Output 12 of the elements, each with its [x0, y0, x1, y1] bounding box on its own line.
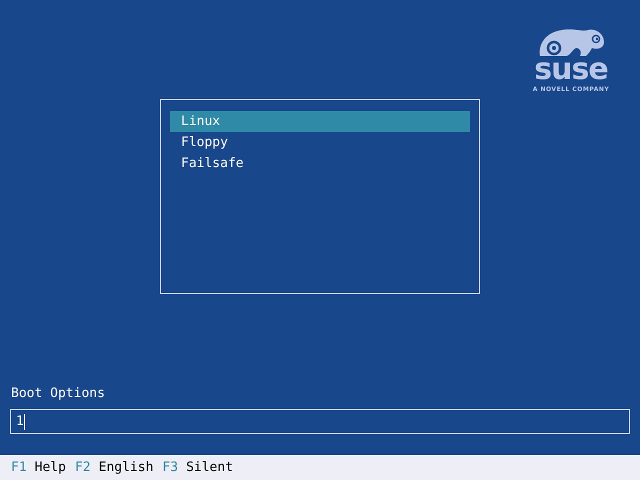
function-key[interactable]: F2	[74, 458, 91, 478]
boot-options-field[interactable]: 1	[10, 409, 630, 434]
function-key[interactable]: F1	[11, 458, 27, 478]
function-key-label: Silent	[186, 458, 234, 477]
logo-wordmark: suse	[534, 56, 608, 84]
boot-menu-item[interactable]: Floppy	[170, 132, 470, 153]
boot-menu-item[interactable]: Linux	[170, 111, 470, 132]
boot-menu-item[interactable]: Failsafe	[170, 153, 470, 174]
boot-options-label: Boot Options	[10, 386, 106, 402]
function-key-label: English	[98, 458, 154, 477]
function-key-label: Help	[34, 458, 66, 477]
function-key[interactable]: F3	[162, 458, 178, 478]
